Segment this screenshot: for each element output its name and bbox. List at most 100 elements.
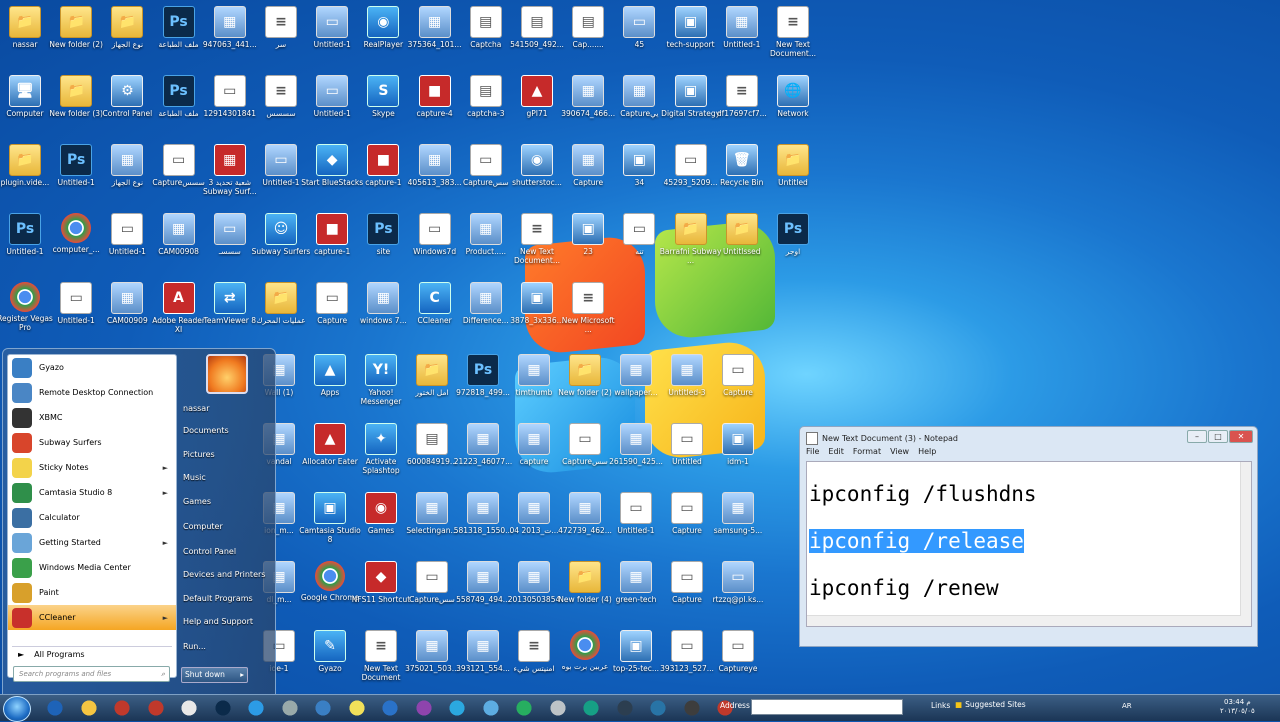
taskbar-app-icon[interactable]: [276, 698, 303, 718]
taskbar-app-icon[interactable]: [578, 698, 604, 718]
menu-item[interactable]: Help: [918, 447, 936, 456]
shutdown-button[interactable]: Shut down ▸: [181, 667, 248, 683]
desktop-icon-glyph: ✎: [314, 630, 346, 662]
taskbar-app-icon[interactable]: [176, 698, 202, 718]
start-menu-program[interactable]: CCleaner ►: [8, 605, 176, 630]
desktop-icon[interactable]: ▦ samsung-5...: [707, 490, 769, 554]
start-menu-link[interactable]: Default Programs: [183, 589, 273, 609]
desktop-icon[interactable]: ≡ New Microsoft ...: [557, 280, 619, 344]
desktop-icon-glyph: ▣: [572, 213, 605, 245]
desktop-icon-glyph: ▣: [674, 75, 707, 107]
desktop-icon-glyph: ▭: [671, 561, 703, 593]
desktop-icon-glyph: Ps: [162, 6, 195, 38]
start-menu-link[interactable]: Documents: [183, 421, 273, 441]
desktop-icon-glyph: ▦: [418, 6, 451, 38]
desktop-icon-label: computer_...: [52, 245, 100, 254]
notepad-menubar: File Edit Format View Help: [806, 447, 936, 456]
start-menu-link[interactable]: Pictures: [183, 445, 273, 465]
taskbar-app-icon[interactable]: [42, 698, 68, 718]
taskbar-app-icon[interactable]: [209, 698, 236, 718]
desktop-icon-label: Untitled-3: [668, 388, 706, 397]
desktop-icon-glyph: 📁: [569, 354, 601, 386]
start-menu-program[interactable]: Sticky Notes ►: [8, 455, 176, 480]
taskbar-app-icon[interactable]: [410, 698, 437, 718]
desktop-icon-label: Skype: [372, 109, 395, 118]
taskbar-app-icon[interactable]: [343, 698, 370, 718]
menu-item[interactable]: Format: [853, 447, 881, 456]
taskbar-app-icon[interactable]: [109, 698, 135, 718]
desktop-icon-glyph: Ps: [9, 213, 41, 245]
start-menu-program[interactable]: Remote Desktop Connection: [8, 380, 176, 405]
menu-item[interactable]: Edit: [828, 447, 844, 456]
taskbar-app-icon[interactable]: [75, 698, 102, 718]
desktop-icon-label: Difference...: [462, 316, 509, 325]
desktop-icon-label: New Text Document: [361, 664, 401, 682]
address-input[interactable]: [751, 699, 903, 715]
start-search-input[interactable]: Search programs and files ⌕: [13, 666, 170, 682]
desktop-icon-glyph: ▦: [418, 144, 451, 176]
desktop-icon[interactable]: ▭ Capture: [707, 352, 769, 416]
taskbar-app-icon[interactable]: [477, 698, 504, 718]
notepad-text-area[interactable]: ipconfig /flushdns ipconfig /release ipc…: [806, 461, 1252, 627]
start-menu-link[interactable]: Games: [183, 492, 273, 512]
taskbar-app-icon[interactable]: [678, 698, 705, 718]
vertical-scrollbar[interactable]: [1240, 462, 1251, 626]
menu-item[interactable]: File: [806, 447, 819, 456]
start-menu-program[interactable]: Paint: [8, 580, 176, 605]
start-menu-program[interactable]: Subway Surfers: [8, 430, 176, 455]
taskbar-app-icon[interactable]: [444, 698, 470, 718]
start-menu-link[interactable]: Computer: [183, 517, 273, 537]
desktop-icon[interactable]: Ps اوجر: [762, 211, 824, 275]
start-menu-program[interactable]: Getting Started ►: [8, 530, 176, 555]
start-menu-program[interactable]: Camtasia Studio 8 ►: [8, 480, 176, 505]
language-indicator[interactable]: AR: [1122, 702, 1132, 710]
taskbar-app-icon[interactable]: [645, 698, 671, 718]
start-menu-link[interactable]: Control Panel: [183, 542, 273, 562]
suggested-sites-link[interactable]: ■ Suggested Sites: [955, 700, 1026, 709]
desktop-icon-label: Untitled-1: [617, 526, 655, 535]
maximize-button[interactable]: □: [1208, 430, 1228, 443]
clock[interactable]: 03:44 م ٢٠١٣/٠٥/٠٥: [1220, 698, 1255, 716]
submenu-arrow-icon: ►: [162, 463, 168, 472]
start-menu-link[interactable]: Help and Support: [183, 612, 273, 632]
desktop-icon-label: شعبة تحديد 3 Subway Surf...: [202, 178, 257, 196]
start-button[interactable]: [3, 696, 31, 722]
start-menu-program[interactable]: Gyazo: [8, 355, 176, 380]
taskbar-app-icon[interactable]: [377, 698, 403, 718]
taskbar-app-icon[interactable]: [142, 698, 169, 718]
desktop-icon[interactable]: ≡ New Text Document...: [762, 4, 824, 68]
desktop-icon-label: 261590_425...: [609, 457, 663, 466]
taskbar-app-icon[interactable]: [511, 698, 537, 718]
all-programs-button[interactable]: ► All Programs: [12, 646, 172, 661]
close-button[interactable]: ✕: [1229, 430, 1253, 443]
desktop-icon-label: Untitled-1: [108, 247, 146, 256]
start-menu-link[interactable]: nassar: [183, 399, 273, 419]
start-menu-program[interactable]: Calculator: [8, 505, 176, 530]
desktop-icon-glyph: S: [367, 75, 400, 107]
start-menu-link[interactable]: Devices and Printers: [183, 565, 273, 585]
desktop-icon-glyph: ▭: [265, 144, 297, 176]
desktop-icon-label: Capture: [723, 388, 753, 397]
taskbar-app-icon[interactable]: [310, 698, 336, 718]
start-menu-link[interactable]: Run...: [183, 637, 273, 657]
minimize-button[interactable]: –: [1187, 430, 1207, 443]
desktop-icon[interactable]: ▣ idm-1: [707, 421, 769, 485]
desktop-icon-glyph: ◆: [365, 561, 397, 593]
desktop-icon-glyph: ▦: [416, 492, 448, 524]
desktop-icon-glyph: ▦: [620, 354, 652, 386]
taskbar-app-icon[interactable]: [544, 698, 571, 718]
start-menu-program[interactable]: XBMC: [8, 405, 176, 430]
taskbar-app-icon[interactable]: [243, 698, 269, 718]
desktop-icon-label: 393123_527...: [660, 664, 714, 673]
desktop-icon[interactable]: ▭ rtzzq@pl.ks...: [707, 559, 769, 623]
desktop-icon[interactable]: 🌐 Network: [762, 73, 824, 137]
taskbar-app-icon[interactable]: [611, 698, 638, 718]
start-menu-link[interactable]: Music: [183, 468, 273, 488]
desktop-icon[interactable]: ▭ Captureye: [707, 628, 769, 692]
desktop-icon-label: Untitled-1: [262, 178, 300, 187]
desktop-icon[interactable]: 📁 Untitled: [762, 142, 824, 206]
menu-item[interactable]: View: [890, 447, 909, 456]
horizontal-scrollbar[interactable]: [807, 615, 1241, 626]
start-menu-program[interactable]: Windows Media Center: [8, 555, 176, 580]
program-icon: [12, 532, 32, 553]
